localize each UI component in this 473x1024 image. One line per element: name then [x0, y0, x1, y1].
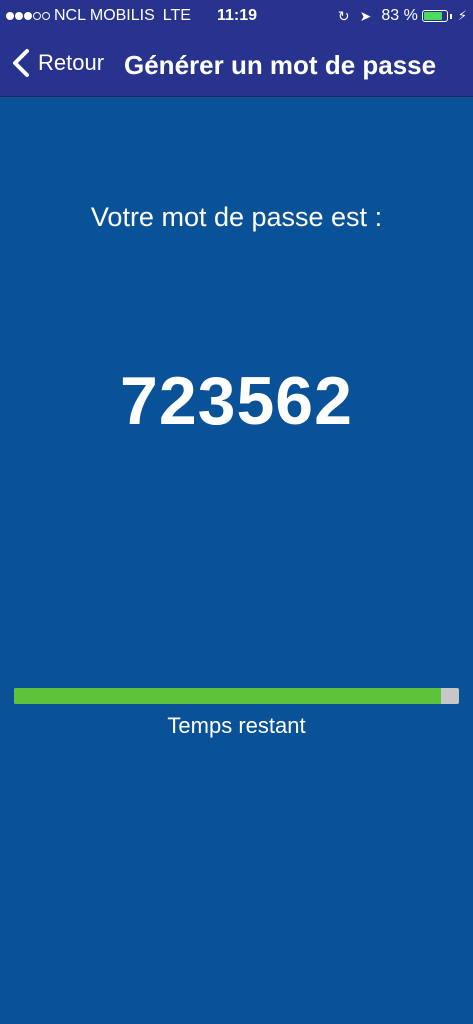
status-time: 11:19 [217, 7, 258, 24]
chevron-left-icon [13, 49, 29, 77]
battery-percentage: 83 % [381, 7, 418, 24]
status-bar-right: ↻ ➤ 83 % ⚡ [338, 7, 467, 25]
back-label: Retour [38, 50, 105, 75]
charging-icon: ⚡ [457, 8, 467, 23]
status-bar: NCL MOBILIS LTE 11:19 ↻ ➤ 83 % ⚡ [0, 0, 473, 32]
lock-rotation-icon: ↻ [337, 7, 350, 24]
location-icon: ➤ [359, 7, 372, 24]
progress-fill [14, 688, 442, 704]
carrier-name: NCL MOBILIS [54, 7, 155, 24]
signal-dot [24, 12, 32, 20]
signal-dot [42, 12, 50, 20]
generated-password: 723562 [120, 363, 353, 439]
password-prompt: Votre mot de passe est : [90, 202, 383, 232]
time-remaining-progress-bar [14, 688, 459, 704]
signal-dot [33, 12, 41, 20]
battery-icon [421, 10, 448, 22]
battery-level-fill [423, 12, 442, 20]
page-title: Générer un mot de passe [124, 50, 437, 80]
progress-label: Temps restant [167, 713, 306, 738]
status-bar-left: NCL MOBILIS LTE [6, 7, 191, 25]
navigation-bar: Retour Générer un mot de passe [0, 32, 473, 97]
signal-dot [6, 12, 14, 20]
signal-strength-icon [6, 12, 51, 20]
signal-dot [15, 12, 23, 20]
network-type: LTE [162, 7, 191, 24]
back-button[interactable]: Retour [10, 48, 104, 78]
battery-tip [449, 13, 452, 19]
